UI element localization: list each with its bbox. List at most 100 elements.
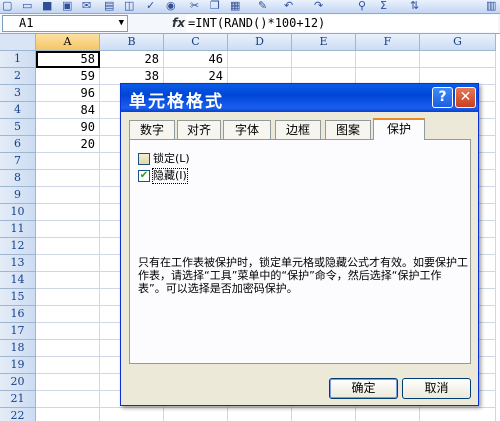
chart-icon[interactable]: ▥ xyxy=(486,0,496,12)
cut-icon[interactable]: ✂ xyxy=(190,0,199,12)
row-header[interactable]: 14 xyxy=(0,272,36,289)
email-icon[interactable]: ✉ xyxy=(82,0,91,12)
sort-ascending-icon[interactable]: ⇅ xyxy=(410,0,419,12)
row-header[interactable]: 8 xyxy=(0,170,36,187)
cell[interactable] xyxy=(36,306,100,323)
cell[interactable] xyxy=(36,255,100,272)
cell[interactable] xyxy=(36,221,100,238)
spelling-icon[interactable]: ✓ xyxy=(146,0,155,12)
cell[interactable]: 28 xyxy=(100,51,164,68)
row-header[interactable]: 6 xyxy=(0,136,36,153)
new-icon[interactable]: ▢ xyxy=(2,0,12,12)
hide-checkbox[interactable]: ✔ xyxy=(138,170,150,182)
row-header[interactable]: 5 xyxy=(0,119,36,136)
cell[interactable] xyxy=(356,408,420,421)
cell[interactable]: 96 xyxy=(36,85,100,102)
cell[interactable] xyxy=(292,51,356,68)
cell[interactable] xyxy=(228,408,292,421)
row-header[interactable]: 19 xyxy=(0,357,36,374)
cell[interactable] xyxy=(36,323,100,340)
cell[interactable] xyxy=(36,153,100,170)
dialog-titlebar[interactable]: 单元格格式 ? ✕ xyxy=(121,84,478,112)
row-header[interactable]: 3 xyxy=(0,85,36,102)
tab-font[interactable]: 字体 xyxy=(223,120,271,139)
cell[interactable] xyxy=(36,187,100,204)
cell[interactable] xyxy=(164,408,228,421)
cell[interactable] xyxy=(36,170,100,187)
select-all-corner[interactable] xyxy=(0,34,36,51)
save-icon[interactable]: ■ xyxy=(42,0,52,12)
format-painter-icon[interactable]: ✎ xyxy=(258,0,267,12)
close-button[interactable]: ✕ xyxy=(455,87,476,108)
cell[interactable]: 90 xyxy=(36,119,100,136)
row-header[interactable]: 22 xyxy=(0,408,36,421)
column-header-f[interactable]: F xyxy=(356,34,420,51)
column-header-g[interactable]: G xyxy=(420,34,496,51)
tab-patterns[interactable]: 图案 xyxy=(325,120,371,139)
copy-icon[interactable]: ❐ xyxy=(210,0,220,12)
cell[interactable] xyxy=(36,238,100,255)
column-header-d[interactable]: D xyxy=(228,34,292,51)
cancel-button[interactable]: 取消 xyxy=(402,378,471,399)
print-preview-icon[interactable]: ◫ xyxy=(124,0,134,12)
open-icon[interactable]: ▭ xyxy=(22,0,32,12)
row-header[interactable]: 18 xyxy=(0,340,36,357)
paste-icon[interactable]: ▦ xyxy=(230,0,240,12)
cell[interactable] xyxy=(36,289,100,306)
column-header-c[interactable]: C xyxy=(164,34,228,51)
row-header[interactable]: 11 xyxy=(0,221,36,238)
name-box[interactable]: A1 ▼ xyxy=(2,15,128,32)
row-header[interactable]: 20 xyxy=(0,374,36,391)
cell[interactable]: 20 xyxy=(36,136,100,153)
cell[interactable] xyxy=(36,391,100,408)
row-header[interactable]: 12 xyxy=(0,238,36,255)
tab-alignment[interactable]: 对齐 xyxy=(177,120,221,139)
cell[interactable] xyxy=(36,272,100,289)
cell[interactable] xyxy=(36,340,100,357)
row-header[interactable]: 15 xyxy=(0,289,36,306)
row-header[interactable]: 21 xyxy=(0,391,36,408)
column-header-a[interactable]: A xyxy=(36,34,100,51)
cell[interactable]: 59 xyxy=(36,68,100,85)
tab-number[interactable]: 数字 xyxy=(129,120,175,139)
row-header[interactable]: 2 xyxy=(0,68,36,85)
chevron-down-icon[interactable]: ▼ xyxy=(119,16,124,31)
row-header[interactable]: 4 xyxy=(0,102,36,119)
tab-border[interactable]: 边框 xyxy=(275,120,321,139)
cell[interactable] xyxy=(100,408,164,421)
column-header-e[interactable]: E xyxy=(292,34,356,51)
undo-icon[interactable]: ↶ xyxy=(284,0,293,12)
cell[interactable]: 84 xyxy=(36,102,100,119)
ok-button[interactable]: 确定 xyxy=(329,378,398,399)
cell[interactable]: 58 xyxy=(36,51,100,68)
help-button[interactable]: ? xyxy=(432,87,453,108)
research-icon[interactable]: ◉ xyxy=(166,0,176,12)
tab-protection[interactable]: 保护 xyxy=(373,118,425,140)
cell[interactable] xyxy=(420,408,496,421)
autosum-icon[interactable]: Σ xyxy=(380,0,387,12)
row-header[interactable]: 16 xyxy=(0,306,36,323)
formula-input[interactable]: =INT(RAND()*100+12) xyxy=(186,15,498,32)
redo-icon[interactable]: ↷ xyxy=(314,0,323,12)
cell[interactable] xyxy=(356,51,420,68)
cell[interactable] xyxy=(36,204,100,221)
cell[interactable] xyxy=(420,51,496,68)
row-header[interactable]: 1 xyxy=(0,51,36,68)
cell[interactable] xyxy=(228,51,292,68)
print-icon[interactable]: ▤ xyxy=(104,0,114,12)
row-header[interactable]: 7 xyxy=(0,153,36,170)
permission-icon[interactable]: ▣ xyxy=(62,0,72,12)
row-header[interactable]: 9 xyxy=(0,187,36,204)
cell[interactable]: 46 xyxy=(164,51,228,68)
insert-function-icon[interactable]: fx xyxy=(172,16,185,30)
row-header[interactable]: 17 xyxy=(0,323,36,340)
row-header[interactable]: 13 xyxy=(0,255,36,272)
column-header-b[interactable]: B xyxy=(100,34,164,51)
hyperlink-icon[interactable]: ⚲ xyxy=(358,0,366,12)
cell[interactable] xyxy=(36,408,100,421)
lock-checkbox[interactable] xyxy=(138,153,150,165)
cell[interactable] xyxy=(36,357,100,374)
cell[interactable] xyxy=(292,408,356,421)
cell[interactable] xyxy=(36,374,100,391)
row-header[interactable]: 10 xyxy=(0,204,36,221)
